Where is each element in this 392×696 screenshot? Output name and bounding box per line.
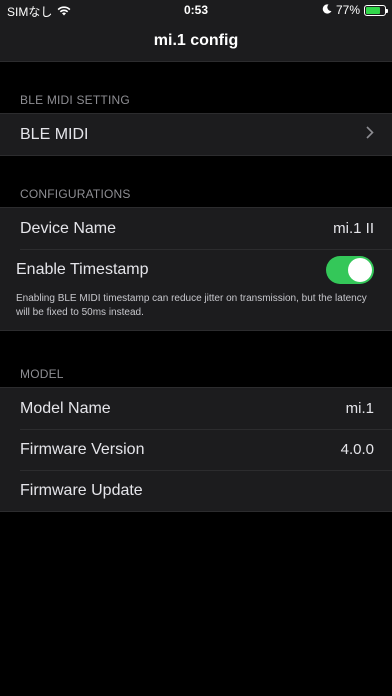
enable-timestamp-label: Enable Timestamp (16, 260, 149, 278)
firmware-version-label: Firmware Version (20, 440, 145, 458)
device-name-value: mi.1 II (333, 220, 374, 237)
ble-midi-row[interactable]: BLE MIDI (0, 114, 392, 155)
model-name-label: Model Name (20, 399, 111, 417)
battery-percent: 77% (335, 3, 360, 17)
battery-icon (364, 4, 388, 16)
screen: SIMなし 0:53 77% mi.1 config BLE MIDI SETT… (0, 0, 392, 696)
enable-timestamp-toggle[interactable] (326, 255, 374, 284)
section-header-model: MODEL (20, 367, 64, 381)
page-title: mi.1 config (153, 31, 239, 49)
toggle-knob (348, 257, 372, 282)
device-name-label: Device Name (20, 219, 117, 237)
enable-timestamp-row: Enable Timestamp (0, 249, 392, 290)
timestamp-note: Enabling BLE MIDI timestamp can reduce j… (16, 293, 367, 318)
battery-fill (366, 6, 380, 14)
navigation-bar: mi.1 config (0, 20, 392, 62)
model-name-row: Model Name mi.1 (0, 388, 392, 429)
firmware-version-value: 4.0.0 (340, 441, 374, 458)
status-bar: SIMなし 0:53 77% (0, 0, 392, 20)
model-group: Model Name mi.1 Firmware Version 4.0.0 F… (0, 387, 392, 512)
ble-group: BLE MIDI (0, 113, 392, 156)
status-right: 77% (322, 3, 388, 17)
chevron-right-icon (366, 125, 374, 144)
firmware-update-row[interactable]: Firmware Update (0, 470, 392, 511)
section-header-configurations: CONFIGURATIONS (20, 187, 131, 201)
firmware-version-row: Firmware Version 4.0.0 (0, 429, 392, 470)
ble-midi-label: BLE MIDI (20, 125, 89, 143)
configurations-group: Device Name mi.1 II Enable Timestamp Ena… (0, 207, 392, 331)
section-header-ble: BLE MIDI SETTING (20, 93, 130, 107)
device-name-row[interactable]: Device Name mi.1 II (0, 208, 392, 249)
moon-icon (322, 3, 332, 17)
firmware-update-label: Firmware Update (20, 481, 143, 499)
model-name-value: mi.1 (345, 400, 374, 417)
